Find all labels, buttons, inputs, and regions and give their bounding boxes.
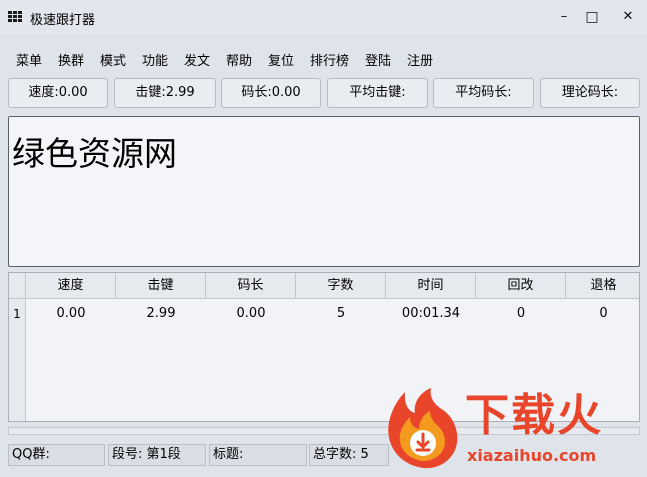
cell-backspace: 0 (599, 306, 608, 321)
column-header-speed[interactable]: 速度 (26, 273, 116, 299)
keystroke-button[interactable]: 击键:2.99 (114, 78, 216, 108)
table-corner (9, 273, 26, 299)
title-bar: 极速跟打器 – □ ✕ (0, 0, 647, 34)
column-header-revisions[interactable]: 回改 (476, 273, 566, 299)
status-title: 标题: (209, 444, 307, 466)
status-total-chars: 总字数: 5 (309, 444, 389, 466)
maximize-icon[interactable]: □ (583, 8, 601, 26)
menu-item-reset[interactable]: 复位 (268, 50, 294, 69)
typing-text-area[interactable]: 绿色资源网 (8, 116, 640, 267)
menu-item-help[interactable]: 帮助 (226, 50, 252, 69)
close-icon[interactable]: ✕ (619, 8, 637, 26)
grid-icon (8, 11, 22, 23)
cell-keystroke: 2.99 (146, 306, 176, 321)
window-title: 极速跟打器 (30, 13, 96, 28)
menu-item-send-text[interactable]: 发文 (184, 50, 210, 69)
source-text: 绿色资源网 (12, 134, 177, 173)
menu-item-leaderboard[interactable]: 排行榜 (310, 50, 349, 69)
menu-bar: 菜单 换群 模式 功能 发文 帮助 复位 排行榜 登陆 注册 (0, 50, 647, 70)
column-header-char-count[interactable]: 字数 (296, 273, 386, 299)
column-header-backspace[interactable]: 退格 (566, 273, 639, 299)
menu-item-function[interactable]: 功能 (142, 50, 168, 69)
row-number[interactable]: 1 (9, 299, 25, 329)
column-header-time[interactable]: 时间 (386, 273, 476, 299)
column-header-code-length[interactable]: 码长 (206, 273, 296, 299)
cell-code-length: 0.00 (236, 306, 266, 321)
avg-keystroke-button[interactable]: 平均击键: (327, 78, 428, 108)
row-header-column: 1 (9, 299, 26, 421)
menu-item-mode[interactable]: 模式 (100, 50, 126, 69)
cell-time: 00:01.34 (401, 306, 461, 321)
watermark-text: 下载火 (465, 390, 603, 441)
cell-char-count: 5 (336, 306, 346, 321)
minimize-icon[interactable]: – (555, 8, 573, 26)
cell-revisions: 0 (516, 306, 526, 321)
avg-code-length-button[interactable]: 平均码长: (433, 78, 534, 108)
column-header-keystroke[interactable]: 击键 (116, 273, 206, 299)
cell-speed: 0.00 (56, 306, 86, 321)
theory-code-length-button[interactable]: 理论码长: (540, 78, 640, 108)
menu-item-login[interactable]: 登陆 (365, 50, 391, 69)
status-segment: 段号: 第1段 (108, 444, 206, 466)
menu-item-menu[interactable]: 菜单 (16, 50, 42, 69)
watermark-logo: 下载火 xiazaihuo.com (383, 388, 647, 473)
speed-button[interactable]: 速度:0.00 (8, 78, 108, 108)
menu-item-switch-group[interactable]: 换群 (58, 50, 84, 69)
status-qq-group: QQ群: (8, 444, 105, 466)
code-length-button[interactable]: 码长:0.00 (221, 78, 321, 108)
watermark-url: xiazaihuo.com (467, 446, 597, 465)
menu-item-register[interactable]: 注册 (407, 50, 433, 69)
